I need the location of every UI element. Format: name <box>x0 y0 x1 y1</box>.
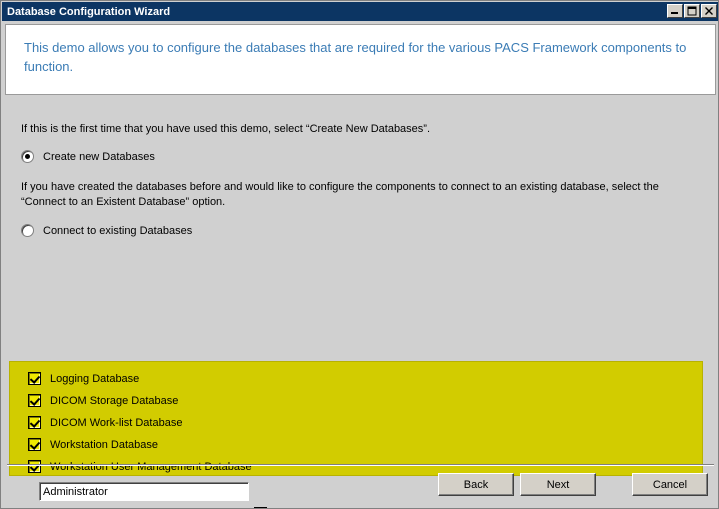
checkbox-logging-database[interactable] <box>28 372 41 385</box>
close-button[interactable] <box>701 4 717 18</box>
footer-separator <box>7 464 714 466</box>
radio-create-new-databases[interactable]: Create new Databases <box>21 150 155 163</box>
back-button[interactable]: Back <box>438 473 514 496</box>
title-bar: Database Configuration Wizard <box>2 2 718 21</box>
radio-label-create-new: Create new Databases <box>43 150 155 163</box>
checkbox-row-workstation-database[interactable]: Workstation Database <box>28 438 158 451</box>
database-configuration-wizard-window: Database Configuration Wizard This demo … <box>0 0 719 509</box>
radio-connect-existing-databases[interactable]: Connect to existing Databases <box>21 224 192 237</box>
header-description: This demo allows you to configure the da… <box>24 40 687 74</box>
next-button[interactable]: Next <box>520 473 596 496</box>
radio-label-connect-existing: Connect to existing Databases <box>43 224 193 237</box>
checkbox-dicom-worklist-database[interactable] <box>28 416 41 429</box>
maximize-icon <box>687 6 697 16</box>
cancel-button[interactable]: Cancel <box>632 473 708 496</box>
minimize-button[interactable] <box>667 4 683 18</box>
checkbox-row-workstation-user-management-database[interactable]: Workstation User Management Database <box>28 460 252 473</box>
checkbox-row-logging-database[interactable]: Logging Database <box>28 372 139 385</box>
checkbox-workstation-user-management-database[interactable] <box>28 460 41 473</box>
instruction-first-time: If this is the first time that you have … <box>21 123 431 135</box>
label-workstation-database: Workstation Database <box>50 438 159 451</box>
maximize-button[interactable] <box>684 4 700 18</box>
wizard-body: If this is the first time that you have … <box>2 98 718 508</box>
close-icon <box>705 7 713 15</box>
label-workstation-user-management-database: Workstation User Management Database <box>50 460 252 473</box>
minimize-icon <box>671 12 678 14</box>
checkbox-row-dicom-storage-database[interactable]: DICOM Storage Database <box>28 394 178 407</box>
username-input[interactable] <box>39 482 249 501</box>
database-selection-group: Logging Database DICOM Storage Database … <box>9 361 703 476</box>
radio-indicator-create-new[interactable] <box>21 150 34 163</box>
checkbox-row-dicom-worklist-database[interactable]: DICOM Work-list Database <box>28 416 182 429</box>
checkbox-dicom-storage-database[interactable] <box>28 394 41 407</box>
label-dicom-worklist-database: DICOM Work-list Database <box>50 416 183 429</box>
instruction-existing: If you have created the databases before… <box>21 181 659 208</box>
header-panel: This demo allows you to configure the da… <box>5 24 716 95</box>
radio-indicator-connect-existing[interactable] <box>21 224 34 237</box>
window-title: Database Configuration Wizard <box>7 5 171 18</box>
label-logging-database: Logging Database <box>50 372 140 385</box>
checkbox-workstation-database[interactable] <box>28 438 41 451</box>
window-controls <box>667 4 717 18</box>
label-dicom-storage-database: DICOM Storage Database <box>50 394 179 407</box>
